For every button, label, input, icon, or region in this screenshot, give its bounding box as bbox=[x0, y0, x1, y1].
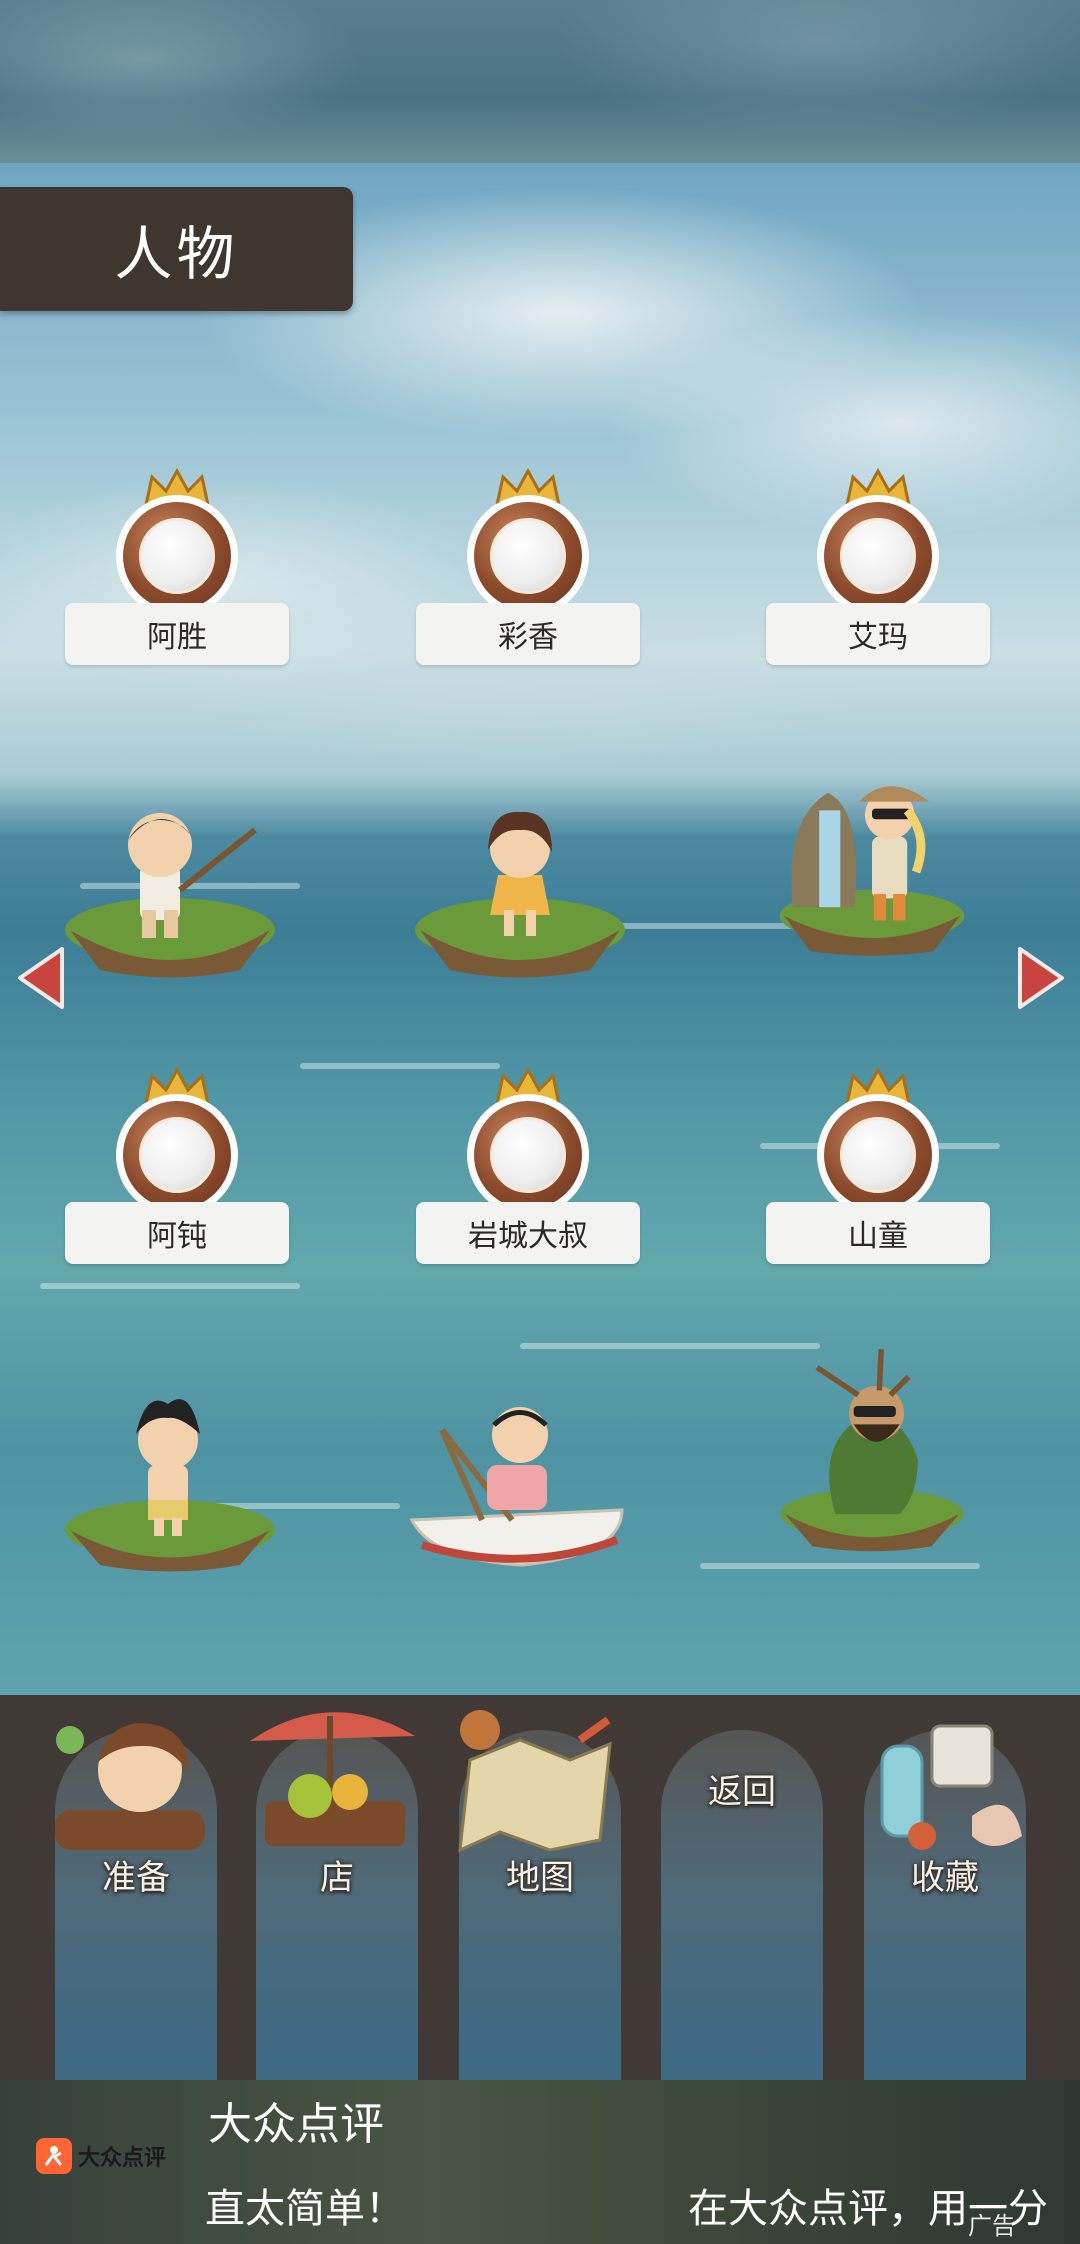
character-figure-asheng[interactable] bbox=[50, 770, 290, 990]
medal-badge bbox=[467, 1066, 589, 1216]
character-card[interactable]: 山童 bbox=[766, 1066, 990, 1266]
character-figure-caixiang[interactable] bbox=[400, 770, 640, 990]
shop-icon bbox=[250, 1712, 415, 1846]
collection-icon bbox=[880, 1724, 1022, 1850]
ad-title: 大众点评 bbox=[208, 2099, 384, 2150]
medal-badge bbox=[116, 467, 238, 617]
ad-text-line1: 直太简单！ bbox=[205, 2186, 405, 2232]
medal-badge bbox=[116, 1066, 238, 1216]
character-card[interactable]: 彩香 bbox=[416, 467, 640, 667]
character-figure-shantong[interactable] bbox=[752, 1340, 992, 1560]
wave-line bbox=[40, 1283, 300, 1289]
ad-logo-text: 大众点评 bbox=[78, 2146, 167, 2171]
medal-badge bbox=[817, 1066, 939, 1216]
menu-label-collection: 收藏 bbox=[911, 1858, 979, 1898]
character-card[interactable]: 阿胜 bbox=[65, 467, 289, 667]
page-title: 人物 bbox=[114, 220, 239, 288]
arrow-left-icon[interactable] bbox=[14, 945, 68, 1011]
map-icon bbox=[458, 1710, 612, 1853]
dianping-logo-icon bbox=[36, 2138, 72, 2174]
medal-badge bbox=[817, 467, 939, 617]
character-figure-aima[interactable] bbox=[752, 740, 992, 960]
top-sky-strip bbox=[0, 0, 1080, 163]
character-card[interactable]: 岩城大叔 bbox=[416, 1066, 640, 1266]
adventurer-icon bbox=[55, 1723, 205, 1850]
back-button-label: 返回 bbox=[708, 1772, 776, 1812]
character-card[interactable]: 阿钝 bbox=[65, 1066, 289, 1266]
page-title-tab: 人物 bbox=[0, 187, 353, 311]
character-figure-adun[interactable] bbox=[50, 1360, 290, 1580]
medal-badge bbox=[467, 467, 589, 617]
character-name: 彩香 bbox=[416, 603, 640, 665]
character-name: 山童 bbox=[766, 1202, 990, 1264]
menu-label-prepare: 准备 bbox=[102, 1858, 170, 1898]
character-card[interactable]: 艾玛 bbox=[766, 467, 990, 667]
menu-label-map: 地图 bbox=[506, 1858, 574, 1898]
arrow-right-icon[interactable] bbox=[1014, 945, 1068, 1011]
character-name: 阿胜 bbox=[65, 603, 289, 665]
wave-line bbox=[700, 1563, 980, 1569]
character-name: 岩城大叔 bbox=[416, 1202, 640, 1264]
character-figure-iwaki[interactable] bbox=[402, 1370, 642, 1590]
menu-label-shop: 店 bbox=[320, 1858, 354, 1898]
character-name: 艾玛 bbox=[766, 603, 990, 665]
character-name: 阿钝 bbox=[65, 1202, 289, 1264]
ad-tag: 广告 bbox=[968, 2212, 1016, 2240]
